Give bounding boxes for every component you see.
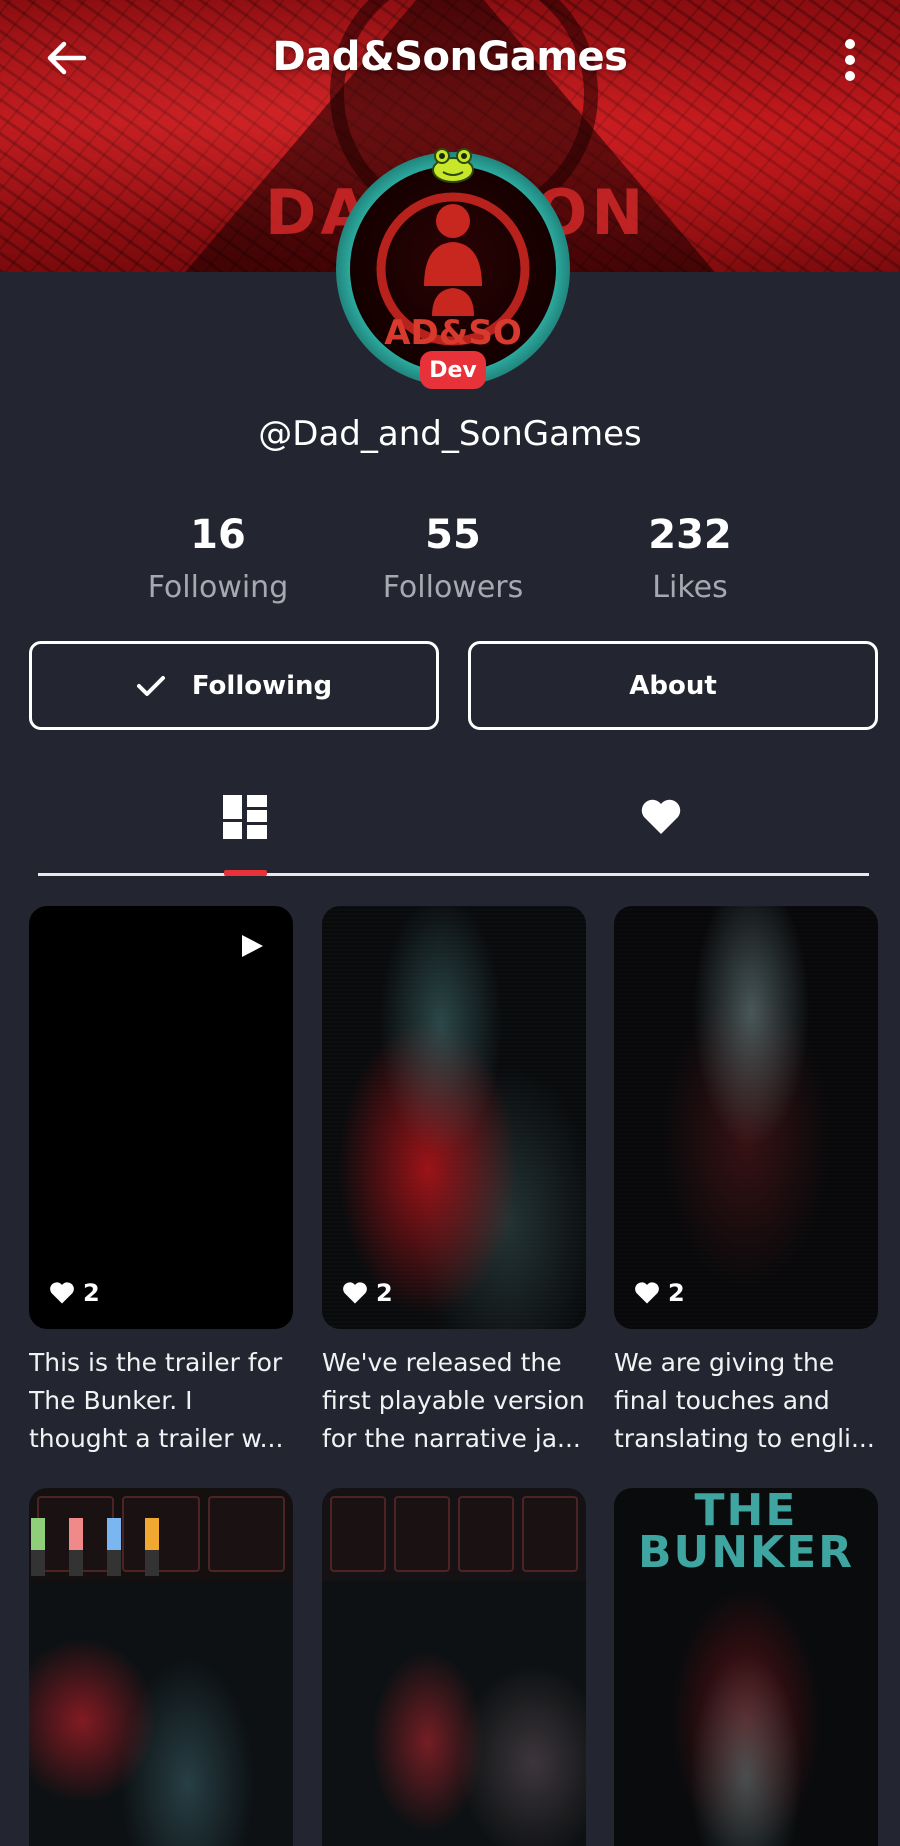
- caption-line: translating to engli...: [614, 1424, 875, 1453]
- ui-panel: [207, 1496, 285, 1572]
- tab-divider: [38, 873, 869, 876]
- heart-icon: [343, 1282, 367, 1304]
- stat-value: 55: [425, 512, 481, 558]
- caption-line: final touches and: [614, 1386, 830, 1415]
- about-button[interactable]: About: [468, 641, 878, 730]
- check-icon: [136, 674, 166, 698]
- caption-line: first playable version: [322, 1386, 585, 1415]
- caption-line: thought a trailer w...: [29, 1424, 284, 1453]
- stat-followers[interactable]: 55 Followers: [353, 510, 553, 610]
- ui-panel: [122, 1496, 200, 1572]
- back-button[interactable]: [38, 30, 94, 86]
- page-title: Dad&SonGames: [272, 34, 628, 80]
- status-bar: [69, 1518, 83, 1576]
- ui-panel: [522, 1496, 578, 1572]
- post-thumbnail[interactable]: 2: [614, 906, 878, 1329]
- dev-badge: Dev: [420, 351, 486, 389]
- post-likes-count: 2: [376, 1279, 393, 1307]
- stat-following[interactable]: 16 Following: [118, 510, 318, 610]
- thumbnail-title-art: THE BUNKER: [637, 1488, 855, 1578]
- caption-line: This is the trailer for: [29, 1348, 283, 1377]
- status-bar: [31, 1518, 45, 1576]
- top-bar: Dad&SonGames: [0, 0, 900, 120]
- profile-page: DAD&SON Dad&SonGames AD&S: [0, 0, 900, 1846]
- post-caption[interactable]: This is the trailer for The Bunker. I th…: [29, 1344, 293, 1458]
- avatar-image: AD&SO: [350, 166, 556, 372]
- stat-label: Followers: [382, 570, 524, 605]
- avatar-logo: AD&SO: [376, 192, 530, 353]
- svg-text:AD&SO: AD&SO: [384, 313, 522, 353]
- caption-line: We are giving the: [614, 1348, 835, 1377]
- post-caption[interactable]: We are giving the final touches and tran…: [614, 1344, 878, 1458]
- more-options-button[interactable]: [824, 30, 876, 90]
- heart-icon: [641, 799, 681, 834]
- following-button-label: Following: [191, 670, 333, 701]
- caption-line: We've released the: [322, 1348, 562, 1377]
- post-thumbnail[interactable]: THE BUNKER: [614, 1488, 878, 1846]
- post-thumbnail[interactable]: 2: [322, 906, 586, 1329]
- tab-posts[interactable]: [205, 788, 285, 846]
- post-likes: 2: [634, 1279, 685, 1307]
- heart-icon: [50, 1282, 74, 1304]
- stat-value: 16: [190, 512, 246, 558]
- heart-icon: [635, 1282, 659, 1304]
- game-ui-strip: [322, 1488, 586, 1580]
- stat-likes: 232 Likes: [590, 510, 790, 610]
- more-vertical-icon: [845, 39, 855, 81]
- active-tab-indicator: [224, 870, 267, 876]
- stat-label: Likes: [652, 570, 728, 605]
- post-caption[interactable]: We've released the first playable versio…: [322, 1344, 586, 1458]
- post-thumbnail[interactable]: 2: [29, 906, 293, 1329]
- stat-label: Following: [147, 570, 289, 605]
- post-likes: 2: [49, 1279, 100, 1307]
- following-button[interactable]: Following: [29, 641, 439, 730]
- post-likes-count: 2: [668, 1279, 685, 1307]
- caption-line: for the narrative ja...: [322, 1424, 581, 1453]
- tab-liked[interactable]: [621, 788, 701, 846]
- arrow-left-icon: [47, 41, 87, 75]
- grid-icon: [223, 795, 267, 839]
- post-thumbnail[interactable]: [322, 1488, 586, 1846]
- ui-panel: [458, 1496, 514, 1572]
- caption-line: The Bunker. I: [29, 1386, 193, 1415]
- play-icon: [242, 935, 263, 957]
- status-bar: [145, 1518, 159, 1576]
- post-likes: 2: [342, 1279, 393, 1307]
- frog-crown-icon: [432, 148, 474, 183]
- post-likes-count: 2: [83, 1279, 100, 1307]
- username: @Dad_and_SonGames: [258, 414, 642, 454]
- status-bar: [107, 1518, 121, 1576]
- ui-panel: [394, 1496, 450, 1572]
- about-button-label: About: [629, 670, 717, 701]
- post-thumbnail[interactable]: [29, 1488, 293, 1846]
- stat-value: 232: [648, 512, 732, 558]
- ui-panel: [330, 1496, 386, 1572]
